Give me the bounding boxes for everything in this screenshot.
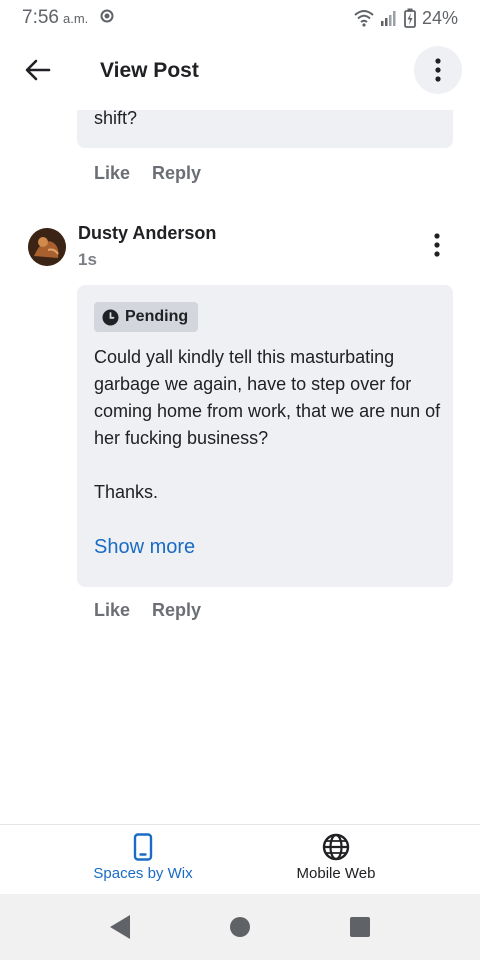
status-badge-label: Pending bbox=[125, 308, 189, 325]
nav-label: Spaces by Wix bbox=[93, 865, 193, 882]
status-badge: Pending bbox=[94, 302, 199, 332]
nav-mobile-web[interactable]: Mobile Web bbox=[236, 833, 436, 882]
previous-comment-bubble: shift? bbox=[77, 110, 453, 148]
comment-bubble: Pending Could yall kindly tell this mast… bbox=[77, 285, 453, 587]
status-ampm: a.m. bbox=[62, 11, 89, 26]
more-options-button[interactable] bbox=[414, 46, 462, 94]
status-left: 7:56 a.m. bbox=[22, 7, 114, 29]
comment-options-button[interactable] bbox=[420, 228, 454, 262]
system-home-button[interactable] bbox=[226, 913, 254, 941]
nav-spaces-by-wix[interactable]: Spaces by Wix bbox=[43, 833, 243, 882]
like-button[interactable]: Like bbox=[94, 163, 130, 184]
back-button[interactable] bbox=[16, 48, 60, 92]
nav-label: Mobile Web bbox=[296, 865, 376, 882]
previous-comment-text: shift? bbox=[94, 110, 138, 128]
author-name[interactable]: Dusty Anderson bbox=[78, 223, 216, 244]
status-right: 24% bbox=[354, 8, 458, 29]
page-title: View Post bbox=[100, 59, 199, 82]
system-back-button[interactable] bbox=[106, 913, 134, 941]
like-button[interactable]: Like bbox=[94, 600, 130, 621]
bottom-navigation: Spaces by Wix Mobile Web bbox=[0, 824, 480, 894]
comment-paragraph: Thanks. bbox=[94, 482, 159, 502]
comment-body: Could yall kindly tell this masturbating… bbox=[94, 344, 444, 533]
status-time: 7:56 bbox=[22, 7, 59, 28]
comment-time: 1s bbox=[78, 250, 97, 269]
globe-icon bbox=[322, 833, 350, 861]
phone-icon bbox=[133, 833, 153, 861]
reply-button[interactable]: Reply bbox=[152, 600, 201, 621]
square-recents-icon bbox=[350, 917, 370, 937]
post-content: shift? Like Reply Dusty Anderson 1s Pend… bbox=[0, 110, 480, 824]
comment-paragraph: Could yall kindly tell this masturbating… bbox=[94, 347, 441, 448]
more-vertical-icon bbox=[434, 233, 440, 257]
avatar[interactable] bbox=[28, 228, 66, 266]
avatar-image bbox=[28, 228, 66, 266]
system-recents-button[interactable] bbox=[346, 913, 374, 941]
wifi-icon bbox=[354, 10, 374, 27]
signal-icon bbox=[380, 11, 396, 26]
comment-actions: Like Reply bbox=[94, 600, 201, 621]
battery-percent: 24% bbox=[421, 7, 458, 28]
top-app-bar: View Post bbox=[0, 36, 480, 110]
clock-icon bbox=[102, 309, 119, 325]
show-more-link[interactable]: Show more bbox=[94, 536, 195, 559]
status-bar: 7:56 a.m. 24% bbox=[0, 0, 480, 36]
notification-icon bbox=[100, 9, 114, 23]
circle-home-icon bbox=[230, 917, 250, 937]
system-navigation-bar bbox=[0, 894, 480, 960]
triangle-back-icon bbox=[110, 915, 130, 939]
reply-button[interactable]: Reply bbox=[152, 163, 201, 184]
more-vertical-icon bbox=[435, 58, 441, 82]
previous-comment-actions: Like Reply bbox=[94, 163, 201, 184]
battery-charging-icon bbox=[404, 8, 416, 28]
arrow-left-icon bbox=[25, 59, 51, 81]
